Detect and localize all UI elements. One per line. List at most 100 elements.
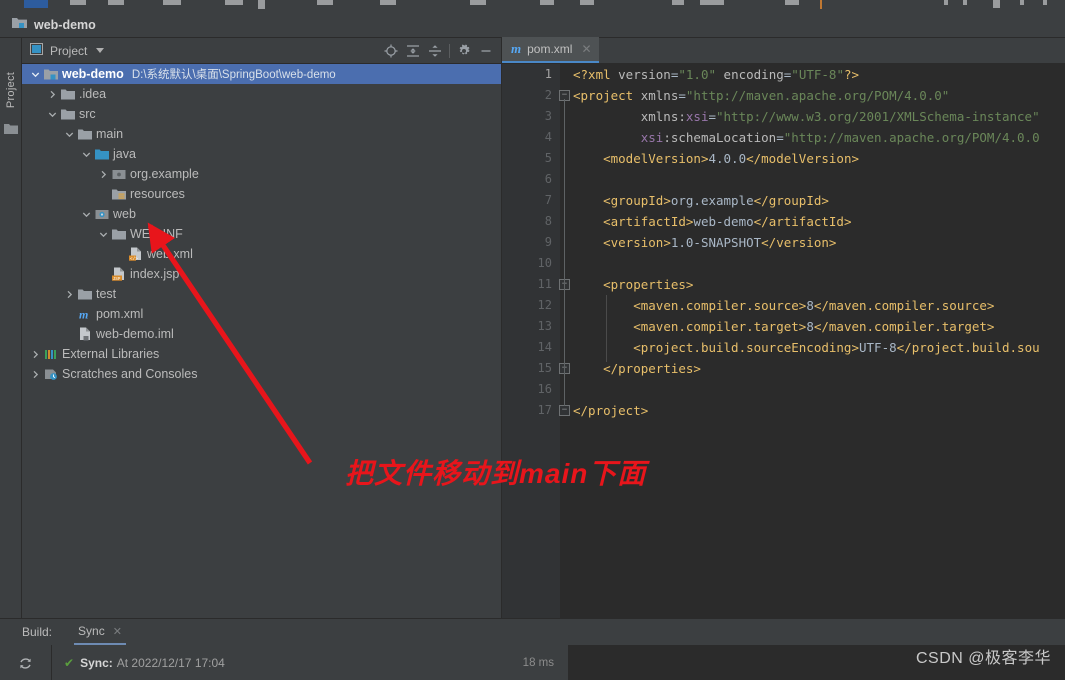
menu-item-tools[interactable]	[470, 0, 486, 5]
tree-item-external-libraries[interactable]: External Libraries	[22, 344, 501, 364]
code-line[interactable]	[573, 253, 1065, 274]
code-line[interactable]: xsi:schemaLocation="http://maven.apache.…	[573, 127, 1065, 148]
chevron-down-icon[interactable]	[62, 130, 76, 139]
tree-item-java[interactable]: java	[22, 144, 501, 164]
code-token: </maven.compiler.source>	[813, 298, 995, 313]
code-token: 8	[806, 319, 814, 334]
chevron-down-icon[interactable]	[96, 48, 105, 53]
code-folding-column[interactable]: −−−−	[557, 64, 573, 618]
chevron-right-icon[interactable]	[45, 90, 59, 99]
code-line[interactable]: <project xmlns="http://maven.apache.org/…	[573, 85, 1065, 106]
tree-item-main[interactable]: main	[22, 124, 501, 144]
structure-icon[interactable]	[4, 122, 18, 140]
toolbar-stub-g[interactable]	[1020, 0, 1024, 5]
success-check-icon: ✔	[64, 656, 75, 670]
tree-item-idea[interactable]: .idea	[22, 84, 501, 104]
tree-item-resources[interactable]: resources	[22, 184, 501, 204]
toolbar-stub-h[interactable]	[1043, 0, 1047, 5]
menu-item-window[interactable]	[580, 0, 594, 5]
tree-item-web-xml[interactable]: </> web.xml	[22, 244, 501, 264]
tree-item-web-inf[interactable]: WEB-INF	[22, 224, 501, 244]
code-editor[interactable]: 1234567891011121314151617 −−−− <?xml ver…	[502, 64, 1065, 618]
project-tree[interactable]: web-demo D:\系统默认\桌面\SpringBoot\web-demo .i…	[22, 64, 501, 384]
code-line[interactable]: <groupId>org.example</groupId>	[573, 190, 1065, 211]
menu-item-code[interactable]	[225, 0, 243, 5]
code-line[interactable]: <?xml version="1.0" encoding="UTF-8"?>	[573, 64, 1065, 85]
chevron-right-icon[interactable]	[28, 370, 42, 379]
toolbar-stub-c[interactable]	[820, 0, 822, 9]
settings-gear-icon[interactable]	[453, 40, 475, 62]
close-icon[interactable]: ✕	[581, 42, 591, 56]
code-line[interactable]: <maven.compiler.source>8</maven.compiler…	[573, 295, 1065, 316]
build-status-row[interactable]: ✔ Sync: At 2022/12/17 17:04 18 ms	[52, 645, 569, 680]
tree-item-test[interactable]: test	[22, 284, 501, 304]
hide-icon[interactable]	[475, 40, 497, 62]
code-token: </artifactId>	[753, 214, 852, 229]
build-duration: 18 ms	[522, 657, 554, 669]
code-token: </project.build.sou	[896, 340, 1040, 355]
close-icon[interactable]: ✕	[113, 625, 122, 638]
code-line[interactable]: <modelVersion>4.0.0</modelVersion>	[573, 148, 1065, 169]
tool-window-button-project[interactable]: Project	[5, 61, 17, 119]
menu-item-build[interactable]	[317, 0, 333, 5]
tree-item-label: main	[96, 127, 124, 141]
tab-sync[interactable]: Sync ✕	[74, 619, 126, 645]
code-line[interactable]: xmlns:xsi="http://www.w3.org/2001/XMLSch…	[573, 106, 1065, 127]
code-content[interactable]: <?xml version="1.0" encoding="UTF-8"?> <p…	[573, 64, 1065, 618]
toolbar-stub-b[interactable]	[785, 0, 799, 5]
source-folder-icon	[93, 148, 110, 161]
menu-item-view[interactable]	[108, 0, 124, 5]
code-line[interactable]: <artifactId>web-demo</artifactId>	[573, 211, 1065, 232]
tree-item-src[interactable]: src	[22, 104, 501, 124]
code-line[interactable]: <project.build.sourceEncoding>UTF-8</pro…	[573, 337, 1065, 358]
tree-item-web-demo-iml[interactable]: web-demo.iml	[22, 324, 501, 344]
menu-item-navigate[interactable]	[163, 0, 181, 5]
expand-all-icon[interactable]	[402, 40, 424, 62]
chevron-right-icon[interactable]	[62, 290, 76, 299]
tree-item-web-demo[interactable]: web-demo D:\系统默认\桌面\SpringBoot\web-demo	[22, 64, 501, 84]
tree-item-web[interactable]: web	[22, 204, 501, 224]
code-token: <maven.compiler.target>	[633, 319, 807, 334]
menu-item-edit[interactable]	[70, 0, 86, 5]
tree-item-scratches-and-consoles[interactable]: Scratches and Consoles	[22, 364, 501, 384]
chevron-down-icon[interactable]	[79, 210, 93, 219]
code-line[interactable]: </project>	[573, 400, 1065, 421]
tree-item-label: Scratches and Consoles	[62, 367, 198, 381]
collapse-all-icon[interactable]	[424, 40, 446, 62]
line-number: 12	[537, 298, 552, 312]
chevron-down-icon[interactable]	[96, 230, 110, 239]
left-tool-strip[interactable]: Project	[0, 38, 22, 618]
toolbar-stub-a[interactable]	[700, 0, 724, 5]
toolbar-stub-d[interactable]	[944, 0, 948, 5]
tree-item-pom-xml[interactable]: m pom.xml	[22, 304, 501, 324]
tree-item-org-example[interactable]: org.example	[22, 164, 501, 184]
tree-item-index-jsp[interactable]: JSP index.jsp	[22, 264, 501, 284]
code-line[interactable]	[573, 169, 1065, 190]
menu-item-vcs[interactable]	[540, 0, 554, 5]
code-token: "http://maven.apache.org/POM/4.0.0	[783, 130, 1040, 145]
menu-bar[interactable]	[0, 0, 1065, 13]
chevron-right-icon[interactable]	[28, 350, 42, 359]
chevron-right-icon[interactable]	[96, 170, 110, 179]
code-line[interactable]: <properties>	[573, 274, 1065, 295]
code-token: =	[678, 88, 686, 103]
tab-pom-xml[interactable]: m pom.xml ✕	[502, 37, 599, 63]
chevron-down-icon[interactable]	[79, 150, 93, 159]
menu-item-run[interactable]	[380, 0, 396, 5]
code-line[interactable]: <version>1.0-SNAPSHOT</version>	[573, 232, 1065, 253]
fold-marker-close[interactable]: −	[559, 405, 570, 416]
menu-item-file[interactable]	[24, 0, 48, 8]
select-opened-file-icon[interactable]	[380, 40, 402, 62]
code-line[interactable]: <maven.compiler.target>8</maven.compiler…	[573, 316, 1065, 337]
code-token: "http://www.w3.org/2001/XMLSchema-instan…	[716, 109, 1040, 124]
toolbar-stub-e[interactable]	[963, 0, 967, 5]
code-line[interactable]	[573, 379, 1065, 400]
menu-item-help[interactable]	[672, 0, 684, 5]
chevron-down-icon[interactable]	[28, 70, 42, 79]
code-line[interactable]: </properties>	[573, 358, 1065, 379]
toolbar-stub-f[interactable]	[993, 0, 1000, 8]
menu-item-refactor[interactable]	[258, 0, 265, 9]
tree-item-label: resources	[130, 187, 185, 201]
chevron-down-icon[interactable]	[45, 110, 59, 119]
rerun-icon[interactable]	[0, 645, 52, 680]
